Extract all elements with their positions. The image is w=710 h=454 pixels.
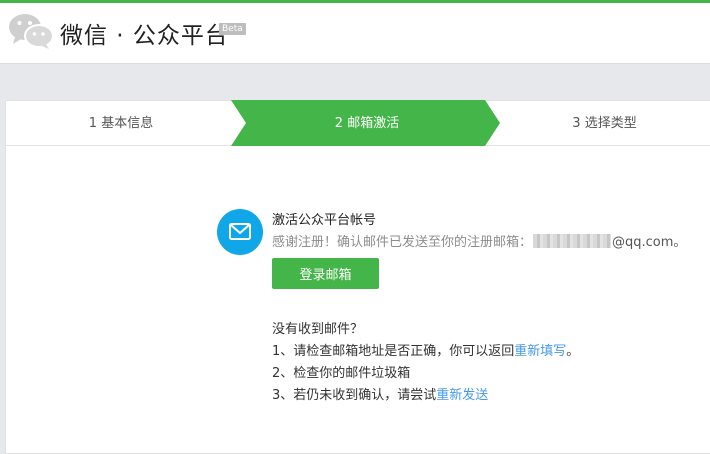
registration-panel: 1 基本信息 2 邮箱激活 3 选择类型 激活公众平台帐号 感谢注册！确认邮件已… [5,100,710,454]
email-sent-prefix: 感谢注册！确认邮件已发送至你的注册邮箱： [272,235,533,250]
brand-title[interactable]: 微信 · 公众平台 [60,16,229,50]
step-basic-info: 1 基本信息 [88,116,154,131]
beta-badge: Beta [219,23,246,35]
resend-link[interactable]: 重新发送 [436,388,488,403]
login-email-button[interactable]: 登录邮箱 [272,258,379,289]
step-select-type: 3 选择类型 [572,116,637,131]
help-item-check-spam: 2、检查你的邮件垃圾箱 [272,366,411,381]
email-domain: @qq.com。 [612,235,687,250]
masked-email [533,234,612,248]
help-heading: 没有收到邮件？ [272,322,364,337]
mail-icon [217,209,263,255]
email-sent-message: 感谢注册！确认邮件已发送至你的注册邮箱： @qq.com。 [272,231,686,250]
help-item-check-address: 1、请检查邮箱地址是否正确，你可以返回重新填写。 [272,344,580,359]
help-item-resend: 3、若仍未收到确认，请尝试重新发送 [272,388,489,403]
header: 微信 · 公众平台 Beta [0,3,710,64]
step-email-activation: 2 邮箱激活 [334,116,400,131]
help-section: 没有收到邮件？ 1、请检查邮箱地址是否正确，你可以返回重新填写。 2、检查你的邮… [272,319,579,407]
step-progress-bar: 1 基本信息 2 邮箱激活 3 选择类型 [6,100,710,146]
activation-title: 激活公众平台帐号 [272,213,377,228]
wechat-logo-icon[interactable] [8,12,54,50]
refill-link[interactable]: 重新填写 [514,344,566,359]
